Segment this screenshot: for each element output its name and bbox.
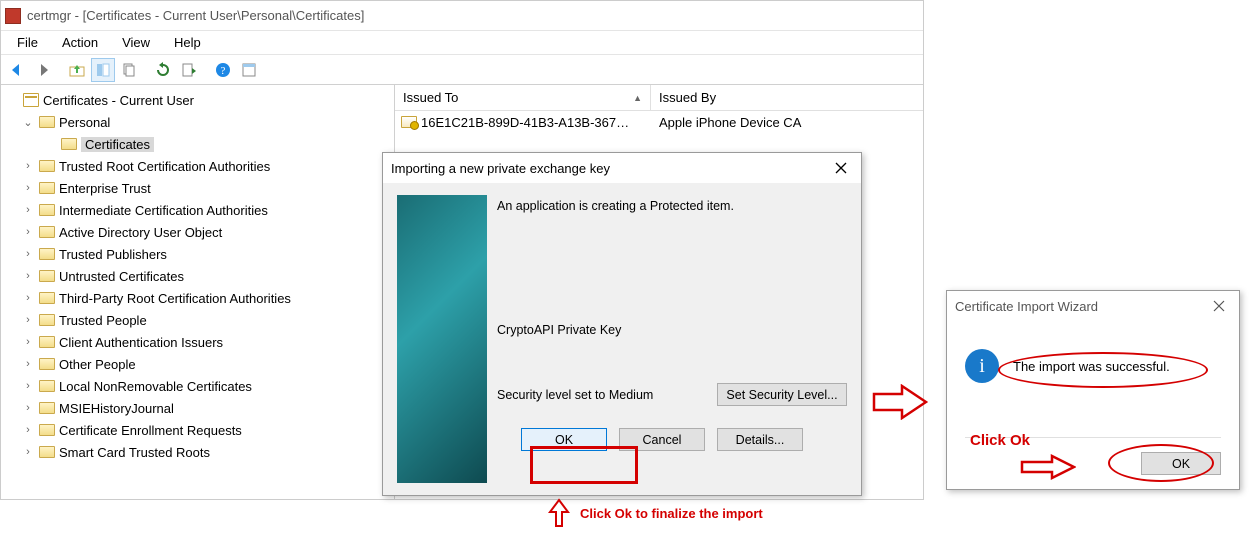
window-titlebar: certmgr - [Certificates - Current User\P… [1,1,923,31]
folder-icon [39,380,55,392]
chevron-right-icon: › [21,314,35,326]
annotation-arrow-up-icon [548,498,570,531]
forward-button[interactable] [31,58,55,82]
show-hide-tree-button[interactable] [91,58,115,82]
menu-file[interactable]: File [7,33,48,52]
app-icon [5,8,21,24]
window-title: certmgr - [Certificates - Current User\P… [27,8,364,23]
cert-store-icon [23,93,39,107]
sort-indicator-icon: ▲ [633,93,642,103]
tree-node-certificates[interactable]: Certificates [3,133,392,155]
set-security-level-button[interactable]: Set Security Level... [717,383,847,406]
cancel-button[interactable]: Cancel [619,428,705,451]
tree-node[interactable]: ›Client Authentication Issuers [3,331,392,353]
tree-node[interactable]: ›Intermediate Certification Authorities [3,199,392,221]
chevron-down-icon: ⌄ [21,116,35,129]
folder-icon [39,160,55,172]
svg-text:?: ? [221,65,226,77]
menubar: File Action View Help [1,31,923,55]
tree-node[interactable]: ›Trusted Root Certification Authorities [3,155,392,177]
folder-icon [39,182,55,194]
folder-icon [39,336,55,348]
folder-icon [39,270,55,282]
tree-node[interactable]: ›Smart Card Trusted Roots [3,441,392,463]
import-key-dialog: Importing a new private exchange key An … [382,152,862,496]
chevron-right-icon: › [21,446,35,458]
tree-node[interactable]: ›Trusted People [3,309,392,331]
chevron-right-icon: › [21,270,35,282]
info-icon: i [965,349,999,383]
list-header: Issued To ▲ Issued By [395,85,923,111]
cell-issued-by: Apple iPhone Device CA [659,115,801,130]
dialog-message: An application is creating a Protected i… [497,199,847,213]
toolbar: ? [1,55,923,85]
dialog-title: Certificate Import Wizard [955,299,1199,314]
security-level-label: Security level set to Medium [497,388,717,402]
chevron-right-icon: › [21,204,35,216]
column-issued-to[interactable]: Issued To ▲ [395,85,651,110]
wizard-message: The import was successful. [1013,359,1170,374]
chevron-right-icon: › [21,182,35,194]
menu-view[interactable]: View [112,33,160,52]
chevron-right-icon: › [21,380,35,392]
folder-icon [39,446,55,458]
tree-pane[interactable]: Certificates - Current User ⌄ Personal C… [1,85,395,499]
tree-node[interactable]: ›Trusted Publishers [3,243,392,265]
refresh-button[interactable] [151,58,175,82]
folder-icon [61,138,77,150]
chevron-right-icon: › [21,424,35,436]
menu-help[interactable]: Help [164,33,211,52]
tree-node[interactable]: ›Enterprise Trust [3,177,392,199]
details-button[interactable]: Details... [717,428,803,451]
copy-button[interactable] [117,58,141,82]
tree-node[interactable]: ›Local NonRemovable Certificates [3,375,392,397]
close-button[interactable] [821,153,861,183]
folder-icon [39,248,55,260]
folder-icon [39,424,55,436]
certificate-icon [401,116,417,128]
chevron-right-icon: › [21,292,35,304]
tree-node[interactable]: ›Active Directory User Object [3,221,392,243]
tree-node-personal[interactable]: ⌄ Personal [3,111,392,133]
key-name-label: CryptoAPI Private Key [497,323,847,337]
tree-node[interactable]: ›Third-Party Root Certification Authorit… [3,287,392,309]
ok-button[interactable]: OK [521,428,607,451]
dialog-titlebar: Importing a new private exchange key [383,153,861,183]
tree-node[interactable]: ›Certificate Enrollment Requests [3,419,392,441]
properties-button[interactable] [237,58,261,82]
folder-icon [39,292,55,304]
folder-icon [39,402,55,414]
dialog-graphic [397,195,487,483]
up-folder-button[interactable] [65,58,89,82]
table-row[interactable]: 16E1C21B-899D-41B3-A13B-367… Apple iPhon… [395,111,923,133]
tree-node[interactable]: ›Untrusted Certificates [3,265,392,287]
chevron-right-icon: › [21,336,35,348]
tree-root-node[interactable]: Certificates - Current User [3,89,392,111]
folder-icon [39,358,55,370]
tree-node[interactable]: ›MSIEHistoryJournal [3,397,392,419]
folder-icon [39,204,55,216]
chevron-right-icon: › [21,226,35,238]
chevron-right-icon: › [21,402,35,414]
folder-icon [39,314,55,326]
menu-action[interactable]: Action [52,33,108,52]
tree-node[interactable]: ›Other People [3,353,392,375]
export-list-button[interactable] [177,58,201,82]
chevron-right-icon: › [21,358,35,370]
help-button[interactable]: ? [211,58,235,82]
folder-icon [39,116,55,128]
column-issued-by[interactable]: Issued By [651,90,923,105]
close-button[interactable] [1199,291,1239,321]
folder-icon [39,226,55,238]
back-button[interactable] [5,58,29,82]
annotation-finalize-text: Click Ok to finalize the import [580,506,763,521]
ok-button[interactable]: OK [1141,452,1221,475]
dialog-titlebar: Certificate Import Wizard [947,291,1239,321]
cell-issued-to: 16E1C21B-899D-41B3-A13B-367… [421,115,629,130]
dialog-title: Importing a new private exchange key [391,161,821,176]
chevron-right-icon: › [21,160,35,172]
wizard-result-dialog: Certificate Import Wizard i The import w… [946,290,1240,490]
chevron-right-icon: › [21,248,35,260]
